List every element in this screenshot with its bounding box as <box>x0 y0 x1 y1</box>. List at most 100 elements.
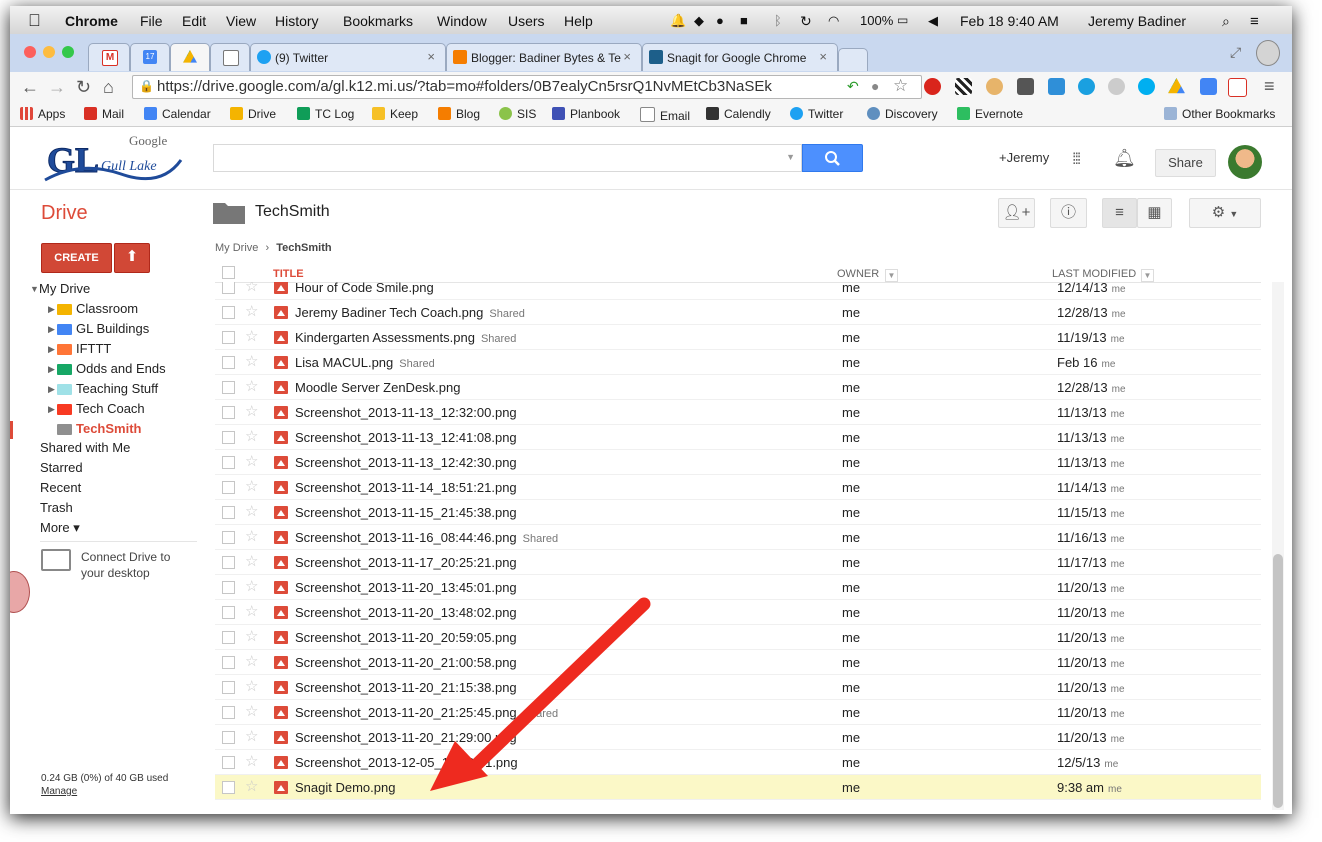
wifi-icon[interactable]: ◠ <box>828 13 839 29</box>
file-name[interactable]: Lisa MACUL.png Shared <box>295 355 435 370</box>
tab-close-icon[interactable]: × <box>623 49 631 64</box>
sidebar-item-shared[interactable]: Shared with Me <box>40 440 130 455</box>
zoom-window-button[interactable] <box>62 46 74 58</box>
row-checkbox[interactable] <box>222 481 235 494</box>
row-checkbox[interactable] <box>222 556 235 569</box>
sidebar-item-starred[interactable]: Starred <box>40 460 83 475</box>
row-checkbox[interactable] <box>222 606 235 619</box>
file-name[interactable]: Screenshot_2013-11-16_08:44:46.png Shared <box>295 530 558 545</box>
column-owner[interactable]: OWNER <box>837 268 879 280</box>
row-checkbox[interactable] <box>222 456 235 469</box>
tab-snagit[interactable]: Snagit for Google Chrome × <box>642 43 838 71</box>
star-icon[interactable]: ☆ <box>245 527 258 545</box>
apps-grid-icon[interactable]: ⁞⁞⁞ <box>1072 151 1081 169</box>
file-name[interactable]: Screenshot_2013-11-15_21:45:38.png <box>295 505 517 520</box>
expand-icon[interactable]: ▶ <box>48 384 55 395</box>
sidebar-item-folder[interactable]: Teaching Stuff <box>76 381 158 396</box>
star-icon[interactable]: ☆ <box>245 352 258 370</box>
table-row[interactable]: ☆ Screenshot_2013-11-20_21:25:45.png Share… <box>215 700 1261 725</box>
star-icon[interactable]: ☆ <box>245 727 258 745</box>
bookmark-email[interactable]: Email <box>640 107 690 123</box>
star-icon[interactable]: ☆ <box>245 502 258 520</box>
camera-icon[interactable]: ■ <box>740 13 748 28</box>
bookmark-evernote[interactable]: Evernote <box>957 107 1023 121</box>
star-icon[interactable]: ☆ <box>245 702 258 720</box>
table-row[interactable]: ☆ Screenshot_2013-11-13_12:32:00.png me 11/… <box>215 400 1261 425</box>
sidebar-item-trash[interactable]: Trash <box>40 500 73 515</box>
menu-history[interactable]: History <box>275 13 319 29</box>
refresh-ext-icon[interactable] <box>1048 78 1065 95</box>
bluetooth-icon[interactable]: ᛒ <box>774 13 782 28</box>
manage-storage-link[interactable]: Manage <box>41 786 77 797</box>
menu-users[interactable]: Users <box>508 13 545 29</box>
row-checkbox[interactable] <box>222 506 235 519</box>
table-row[interactable]: ☆ Screenshot_2013-12-05_10:40:41.png me 12/… <box>215 750 1261 775</box>
row-checkbox[interactable] <box>222 681 235 694</box>
sidebar-item-folder[interactable]: IFTTT <box>76 341 111 356</box>
star-icon[interactable]: ☆ <box>245 677 258 695</box>
table-row[interactable]: ☆ Screenshot_2013-11-17_20:25:21.png me 11/… <box>215 550 1261 575</box>
upload-button[interactable]: ⬆ <box>114 243 150 273</box>
star-icon[interactable]: ☆ <box>245 327 258 345</box>
table-row[interactable]: ☆ Screenshot_2013-11-16_08:44:46.png Share… <box>215 525 1261 550</box>
extension-face-icon[interactable] <box>986 78 1003 95</box>
address-bar[interactable]: 🔒 https://drive.google.com/a/gl.k12.mi.u… <box>132 75 922 99</box>
expand-icon[interactable]: ▶ <box>48 324 55 335</box>
domain-logo[interactable]: Google GL Gull Lake <box>41 130 184 187</box>
row-checkbox[interactable] <box>222 656 235 669</box>
table-row[interactable]: ☆ Screenshot_2013-11-20_13:45:01.png me 11/… <box>215 575 1261 600</box>
row-checkbox[interactable] <box>222 356 235 369</box>
details-button[interactable]: ⓘ <box>1050 198 1087 228</box>
expand-icon[interactable]: ▶ <box>48 344 55 355</box>
column-title[interactable]: TITLE <box>273 268 304 280</box>
row-checkbox[interactable] <box>222 781 235 794</box>
qr-code-icon[interactable] <box>955 78 972 95</box>
volume-icon[interactable]: ◀ <box>928 13 938 29</box>
notification-bell-icon[interactable]: 🔔 <box>670 13 686 29</box>
bookmark-calendly[interactable]: Calendly <box>706 107 771 121</box>
search-input[interactable]: ▼ <box>213 144 802 172</box>
star-icon[interactable]: ☆ <box>245 777 258 795</box>
settings-button[interactable]: ⚙ ▼ <box>1189 198 1261 228</box>
row-checkbox[interactable] <box>222 431 235 444</box>
fullscreen-icon[interactable]: ⤢ <box>1230 44 1241 61</box>
star-icon[interactable]: ☆ <box>245 552 258 570</box>
file-name[interactable]: Screenshot_2013-12-05_10:40:41.png <box>295 755 518 770</box>
file-name[interactable]: Screenshot_2013-11-13_12:41:08.png <box>295 430 517 445</box>
star-icon[interactable]: ☆ <box>245 282 258 295</box>
bookmark-blog[interactable]: Blog <box>438 107 480 121</box>
table-row[interactable]: ☆ Lisa MACUL.png Shared me Feb 16 me <box>215 350 1261 375</box>
row-checkbox[interactable] <box>222 406 235 419</box>
star-icon[interactable]: ☆ <box>245 752 258 770</box>
forward-icon[interactable]: → <box>48 77 66 98</box>
table-row[interactable]: ☆ Screenshot_2013-11-20_21:29:00.png me 11/… <box>215 725 1261 750</box>
table-row[interactable]: ☆ Screenshot_2013-11-13_12:41:08.png me 11/… <box>215 425 1261 450</box>
column-last-modified[interactable]: LAST MODIFIED <box>1052 268 1136 280</box>
star-icon[interactable]: ☆ <box>245 427 258 445</box>
tab-close-icon[interactable]: × <box>819 49 827 64</box>
file-name[interactable]: Kindergarten Assessments.png Shared <box>295 330 516 345</box>
app-menu[interactable]: Chrome <box>65 13 118 29</box>
file-name[interactable]: Screenshot_2013-11-20_13:45:01.png <box>295 580 517 595</box>
clock[interactable]: Feb 18 9:40 AM <box>960 13 1059 29</box>
adblock-icon[interactable] <box>924 78 941 95</box>
sidebar-item-folder[interactable]: Odds and Ends <box>76 361 166 376</box>
expand-icon[interactable]: ▶ <box>48 364 55 375</box>
row-checkbox[interactable] <box>222 531 235 544</box>
user-profile-link[interactable]: +Jeremy <box>999 150 1049 165</box>
table-row[interactable]: ☆ Hour of Code Smile.png me 12/14/13 me <box>215 282 1261 300</box>
file-name[interactable]: Screenshot_2013-11-20_21:00:58.png <box>295 655 517 670</box>
file-name[interactable]: Screenshot_2013-11-20_21:15:38.png <box>295 680 517 695</box>
bookmark-keep[interactable]: Keep <box>372 107 418 121</box>
star-icon[interactable]: ☆ <box>245 377 258 395</box>
grid-view-button[interactable]: ▦ <box>1137 198 1172 228</box>
sidebar-item-folder[interactable]: GL Buildings <box>76 321 149 336</box>
calendar-ext-icon[interactable] <box>1200 78 1217 95</box>
profile-alien-icon[interactable] <box>1256 40 1280 66</box>
row-checkbox[interactable] <box>222 756 235 769</box>
scrollbar-thumb[interactable] <box>1273 554 1283 808</box>
bookmark-star-icon[interactable]: ☆ <box>893 76 908 96</box>
drive-ext-icon[interactable] <box>1168 78 1185 94</box>
bookmark-drive[interactable]: Drive <box>230 107 276 121</box>
expand-icon[interactable]: ▼ <box>30 284 39 294</box>
